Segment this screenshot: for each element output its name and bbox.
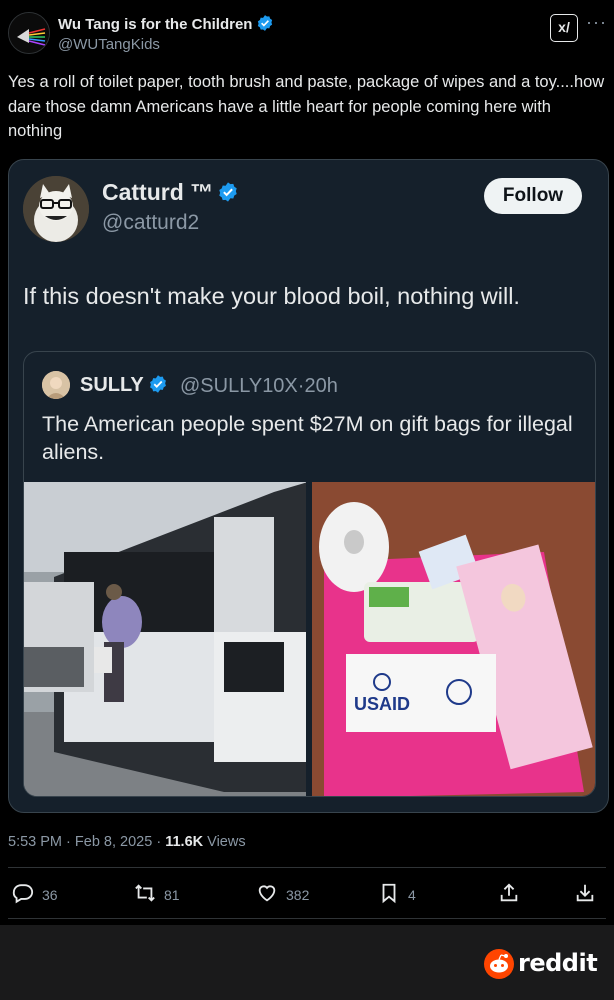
author-handle[interactable]: @WUTangKids	[58, 36, 160, 53]
like-count: 382	[286, 887, 310, 903]
catturd-name-text[interactable]: Catturd ™	[102, 179, 213, 205]
post-meta: 5:53 PM · Feb 8, 2025 · 11.6K Views	[8, 834, 246, 850]
like-icon	[258, 885, 276, 902]
sully-name[interactable]: SULLY	[80, 374, 168, 397]
grok-icon[interactable]: x/	[550, 14, 578, 42]
author-name-text[interactable]: Wu Tang is for the Children	[58, 16, 252, 33]
post: Wu Tang is for the Children @WUTangKids …	[0, 0, 614, 925]
divider-top	[8, 867, 606, 868]
repost-icon	[135, 884, 155, 902]
nested-quote-text: The American people spent $27M on gift b…	[42, 412, 573, 464]
post-header: Wu Tang is for the Children @WUTangKids …	[8, 12, 606, 56]
action-bar: 36 81 382 4	[8, 876, 608, 910]
share-icon	[500, 883, 518, 902]
reddit-wordmark: reddit	[518, 949, 598, 977]
verified-badge-icon	[149, 375, 166, 393]
reddit-footer: reddit	[0, 925, 614, 1000]
separator-dot: ·	[156, 834, 162, 850]
repost-count: 81	[164, 887, 180, 903]
author-avatar[interactable]	[8, 12, 50, 54]
verified-badge-icon	[219, 182, 237, 202]
quoted-tweet-card[interactable]: Catturd ™ @catturd2 Follow If this doesn…	[8, 159, 609, 813]
usaid-label: USAID	[354, 694, 410, 714]
catturd-handle[interactable]: @catturd2	[102, 211, 199, 235]
catturd-avatar[interactable]	[23, 176, 89, 242]
sully-avatar[interactable]	[42, 371, 70, 399]
sully-name-text[interactable]: SULLY	[80, 374, 144, 396]
divider-bottom	[8, 918, 606, 919]
post-time[interactable]: 5:53 PM	[8, 834, 62, 850]
views-count: 11.6K	[165, 834, 204, 850]
reply-count: 36	[42, 887, 58, 903]
nested-quote-card[interactable]: SULLY @SULLY10X·20h The American people …	[23, 351, 596, 797]
post-date[interactable]: Feb 8, 2025	[75, 834, 152, 850]
follow-button[interactable]: Follow	[484, 178, 582, 214]
bookmark-icon	[382, 883, 396, 904]
reply-icon	[12, 884, 34, 904]
separator-dot: ·	[66, 834, 71, 850]
author-name[interactable]: Wu Tang is for the Children	[58, 14, 274, 33]
quoted-tweet-text: If this doesn't make your blood boil, no…	[23, 283, 520, 309]
nested-media[interactable]: USAID	[24, 482, 596, 797]
download-icon	[576, 884, 594, 902]
photo-bus[interactable]	[24, 482, 312, 797]
media-photos[interactable]: USAID	[24, 482, 596, 797]
catturd-name[interactable]: Catturd ™	[102, 179, 239, 206]
sully-handle-time[interactable]: @SULLY10X·20h	[180, 375, 338, 398]
verified-badge-icon	[258, 15, 273, 31]
sully-time[interactable]: 20h	[304, 375, 337, 397]
reddit-logo-icon	[484, 949, 514, 979]
bookmark-count: 4	[408, 887, 416, 903]
sully-handle[interactable]: @SULLY10X	[180, 375, 298, 397]
photo-gift-bag[interactable]: USAID	[312, 482, 596, 797]
views-label: Views	[207, 834, 246, 850]
more-icon[interactable]: ···	[586, 12, 607, 33]
post-text: Yes a roll of toilet paper, tooth brush …	[8, 73, 605, 140]
